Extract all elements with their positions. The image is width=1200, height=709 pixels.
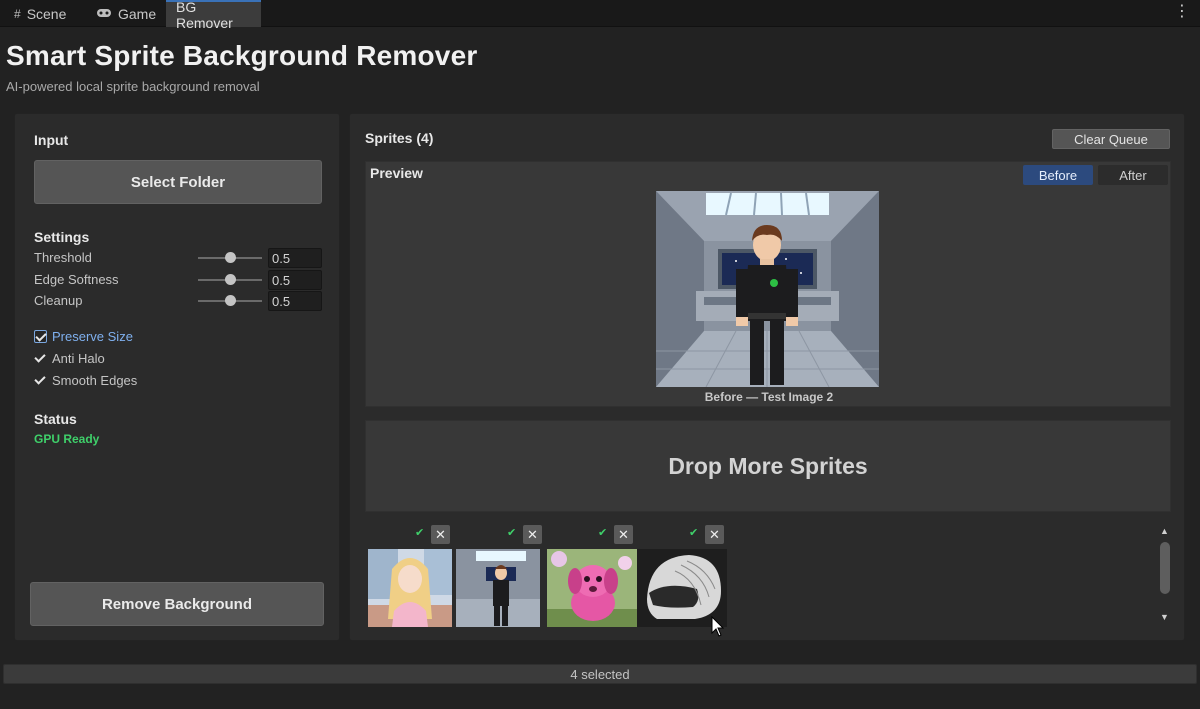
drop-zone[interactable]: Drop More Sprites	[365, 420, 1171, 512]
select-folder-button[interactable]: Select Folder	[34, 160, 322, 204]
edge-softness-label: Edge Softness	[34, 272, 119, 287]
threshold-field[interactable]: 0.5	[268, 248, 322, 268]
mouse-cursor-icon	[711, 615, 725, 643]
cleanup-slider[interactable]	[198, 295, 262, 306]
slider-knob[interactable]	[224, 252, 236, 263]
scroll-down-icon[interactable]: ▼	[1160, 612, 1169, 622]
left-panel: Input Select Folder Settings Threshold 0…	[14, 113, 340, 641]
preview-panel: Preview Before After Before — Test Image…	[365, 161, 1171, 407]
remove-background-button[interactable]: Remove Background	[30, 582, 324, 626]
after-toggle[interactable]: After	[1098, 165, 1168, 185]
pink-puppy-thumbnail[interactable]	[547, 549, 637, 627]
before-toggle[interactable]: Before	[1023, 165, 1093, 185]
checkbox-icon	[34, 329, 47, 343]
close-icon: ✕	[435, 526, 446, 542]
sprites-title: Sprites (4)	[365, 130, 434, 146]
done-check-icon: ✔	[598, 527, 608, 539]
tab-scene[interactable]: # Scene	[4, 0, 76, 27]
cleanup-label: Cleanup	[34, 293, 83, 308]
selection-count: 4 selected	[570, 666, 630, 682]
anti-halo-checkbox[interactable]: Anti Halo	[34, 349, 105, 367]
setting-cleanup: Cleanup 0.5	[34, 291, 324, 311]
remove-sprite-button[interactable]: ✕	[431, 525, 450, 544]
preview-image	[656, 191, 879, 387]
sprite-queue: ✔ ✕ ✔ ✕ ✔ ✕ ✔ ✕	[367, 524, 1162, 634]
tab-scene-label: Scene	[26, 5, 67, 22]
preview-title: Preview	[370, 165, 423, 181]
preserve-size-checkbox[interactable]: Preserve Size	[34, 327, 133, 345]
gamepad-icon	[96, 7, 112, 21]
page-subtitle: AI-powered local sprite background remov…	[6, 79, 260, 94]
remove-sprite-button[interactable]: ✕	[705, 525, 724, 544]
remove-sprite-button[interactable]: ✕	[523, 525, 542, 544]
close-icon: ✕	[527, 526, 538, 542]
status-section-label: Status	[34, 411, 77, 427]
done-check-icon: ✔	[689, 527, 699, 539]
checkmark-icon	[34, 374, 47, 387]
status-bar: 4 selected	[3, 664, 1197, 684]
anti-halo-label: Anti Halo	[52, 350, 105, 366]
tab-bg-remover-label: BG Remover	[176, 0, 233, 31]
clear-queue-button[interactable]: Clear Queue	[1052, 129, 1170, 149]
status-value: GPU Ready	[34, 432, 100, 446]
tab-game[interactable]: Game	[86, 0, 166, 27]
queue-scrollbar[interactable]: ▲ ▼	[1158, 524, 1172, 628]
close-icon: ✕	[618, 526, 629, 542]
grid-icon: #	[14, 6, 21, 21]
more-options-icon[interactable]: ⋮	[1174, 4, 1190, 20]
edge-softness-slider[interactable]	[198, 274, 262, 285]
anime-girl-thumbnail[interactable]	[368, 549, 452, 627]
right-panel: Sprites (4) Clear Queue Preview Before A…	[349, 113, 1185, 641]
slider-knob[interactable]	[224, 274, 236, 285]
preview-caption: Before — Test Image 2	[704, 390, 834, 404]
preserve-size-label: Preserve Size	[52, 328, 133, 344]
scroll-up-icon[interactable]: ▲	[1160, 526, 1169, 536]
remove-sprite-button[interactable]: ✕	[614, 525, 633, 544]
done-check-icon: ✔	[415, 527, 425, 539]
page-title: Smart Sprite Background Remover	[6, 40, 478, 71]
done-check-icon: ✔	[507, 527, 517, 539]
settings-section-label: Settings	[34, 229, 90, 245]
cleanup-field[interactable]: 0.5	[268, 291, 322, 311]
checkmark-icon	[34, 352, 47, 365]
setting-edge-softness: Edge Softness 0.5	[34, 270, 324, 290]
scrollbar-thumb[interactable]	[1160, 542, 1170, 594]
close-icon: ✕	[709, 526, 720, 542]
space-character-thumbnail[interactable]	[456, 549, 540, 627]
slider-knob[interactable]	[224, 295, 236, 306]
input-section-label: Input	[34, 132, 69, 148]
edge-softness-field[interactable]: 0.5	[268, 270, 322, 290]
smooth-edges-label: Smooth Edges	[52, 372, 138, 388]
threshold-label: Threshold	[34, 250, 92, 265]
editor-tab-bar: # Scene Game BG Remover ⋮	[0, 0, 1200, 31]
setting-threshold: Threshold 0.5	[34, 248, 324, 268]
threshold-slider[interactable]	[198, 252, 262, 263]
tab-bg-remover[interactable]: BG Remover	[166, 0, 261, 31]
tab-game-label: Game	[118, 5, 157, 22]
smooth-edges-checkbox[interactable]: Smooth Edges	[34, 371, 137, 389]
